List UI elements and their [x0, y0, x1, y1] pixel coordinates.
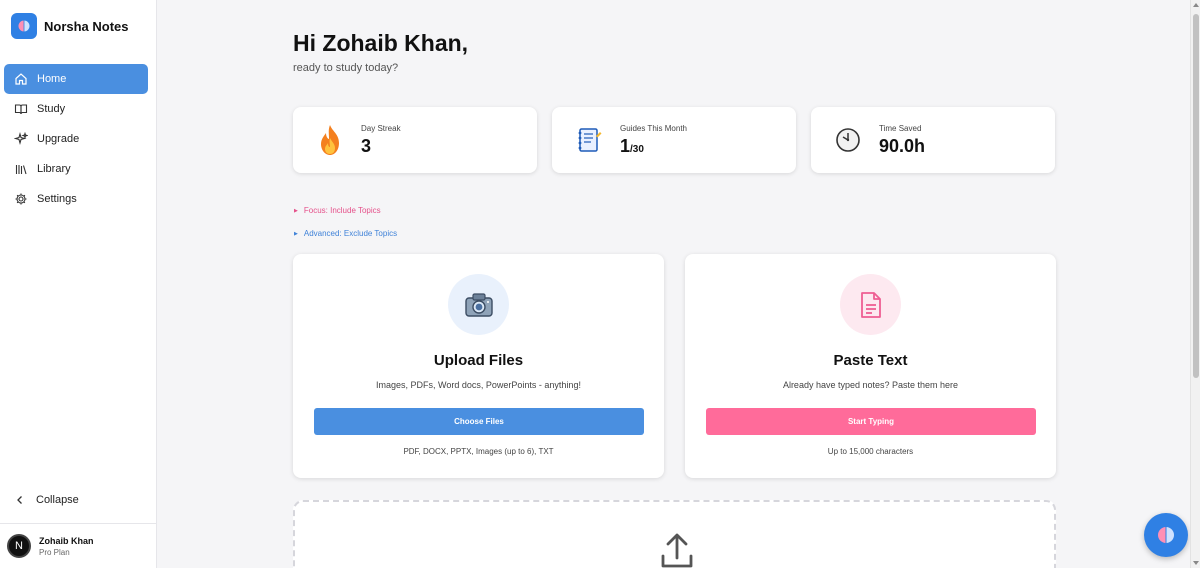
stat-label: Time Saved: [879, 123, 922, 133]
stat-label: Day Streak: [361, 123, 401, 133]
home-icon: [14, 72, 28, 86]
file-drop-zone[interactable]: [293, 500, 1056, 568]
stat-text: Guides This Month 1/30: [620, 124, 687, 157]
sidebar-nav: Home Study Upgrade Library Settings: [4, 64, 148, 214]
sparkles-icon: [14, 132, 28, 146]
paste-card-description: Already have typed notes? Paste them her…: [782, 380, 959, 390]
collapse-button[interactable]: Collapse: [14, 494, 79, 506]
user-plan: Pro Plan: [39, 547, 70, 557]
upload-card-description: Images, PDFs, Word docs, PowerPoints - a…: [376, 380, 581, 390]
upload-card-title: Upload Files: [433, 352, 524, 369]
upload-card-note: PDF, DOCX, PPTX, Images (up to 6), TXT: [403, 447, 554, 456]
assistant-fab-button[interactable]: [1144, 513, 1188, 557]
avatar: N: [7, 534, 31, 558]
clock-icon: [833, 125, 863, 155]
sidebar-item-label: Home: [37, 73, 67, 85]
brand-logo-icon: [1158, 527, 1174, 543]
sidebar-item-label: Upgrade: [37, 133, 80, 145]
advanced-link-label: Advanced: Exclude Topics: [303, 229, 398, 238]
stat-value-number: 1: [620, 135, 631, 156]
sidebar-item-settings[interactable]: Settings: [4, 184, 148, 214]
paste-card-title: Paste Text: [833, 352, 908, 369]
library-icon: [14, 162, 28, 176]
caret-right-icon: ▶: [294, 207, 298, 214]
brand-name: Norsha Notes: [44, 18, 129, 34]
brand[interactable]: Norsha Notes: [0, 0, 156, 52]
stat-value: 3: [361, 135, 372, 156]
stat-text: Day Streak 3: [361, 124, 401, 157]
stat-text: Time Saved 90.0h: [879, 124, 925, 157]
user-meta: Zohaib Khan Pro Plan: [39, 536, 94, 557]
stat-value: 90.0h: [879, 135, 926, 156]
user-profile[interactable]: N Zohaib Khan Pro Plan: [0, 523, 156, 568]
user-name: Zohaib Khan: [39, 535, 94, 546]
page-scrollbar[interactable]: [1190, 0, 1200, 568]
stat-card-time-saved: Time Saved 90.0h: [811, 107, 1055, 173]
stat-card-guides: Guides This Month 1/30: [552, 107, 796, 173]
upload-files-card: Upload Files Images, PDFs, Word docs, Po…: [293, 254, 664, 478]
start-typing-button[interactable]: Start Typing: [706, 408, 1036, 435]
choose-files-button[interactable]: Choose Files: [314, 408, 644, 435]
sidebar-item-label: Settings: [37, 193, 77, 205]
gear-icon: [14, 192, 28, 206]
upload-icon: [660, 532, 694, 568]
main-content: Hi Zohaib Khan, ready to study today? Da…: [157, 0, 1190, 568]
sidebar-item-label: Study: [37, 103, 66, 115]
paste-card-note: Up to 15,000 characters: [827, 447, 914, 456]
scroll-up-icon[interactable]: [1193, 3, 1199, 7]
sidebar: Norsha Notes Home Study Upgrade Library: [0, 0, 157, 568]
scroll-down-icon[interactable]: [1193, 561, 1199, 565]
page-subtitle: ready to study today?: [293, 62, 399, 74]
collapse-label: Collapse: [36, 494, 79, 506]
stat-label: Guides This Month: [620, 123, 687, 133]
advanced-exclude-topics-toggle[interactable]: ▶ Advanced: Exclude Topics: [294, 229, 397, 238]
brand-logo-icon: [11, 13, 37, 39]
sidebar-item-library[interactable]: Library: [4, 154, 148, 184]
book-icon: [14, 102, 28, 116]
paste-text-card: Paste Text Already have typed notes? Pas…: [685, 254, 1056, 478]
sidebar-item-study[interactable]: Study: [4, 94, 148, 124]
page-title: Hi Zohaib Khan,: [293, 30, 469, 56]
stat-value-suffix: /30: [630, 143, 644, 155]
chevron-left-icon: [14, 494, 26, 506]
focus-include-topics-toggle[interactable]: ▶ Focus: Include Topics: [294, 206, 381, 215]
sidebar-item-home[interactable]: Home: [4, 64, 148, 94]
focus-link-label: Focus: Include Topics: [303, 206, 381, 215]
document-icon: [840, 274, 901, 335]
scrollbar-thumb[interactable]: [1193, 14, 1199, 378]
caret-right-icon: ▶: [294, 230, 298, 237]
stat-value: 1/30: [620, 136, 687, 157]
sidebar-item-label: Library: [37, 163, 71, 175]
stat-card-day-streak: Day Streak 3: [293, 107, 537, 173]
fire-icon: [315, 125, 345, 155]
notebook-icon: [574, 125, 604, 155]
camera-icon: [448, 274, 509, 335]
sidebar-item-upgrade[interactable]: Upgrade: [4, 124, 148, 154]
